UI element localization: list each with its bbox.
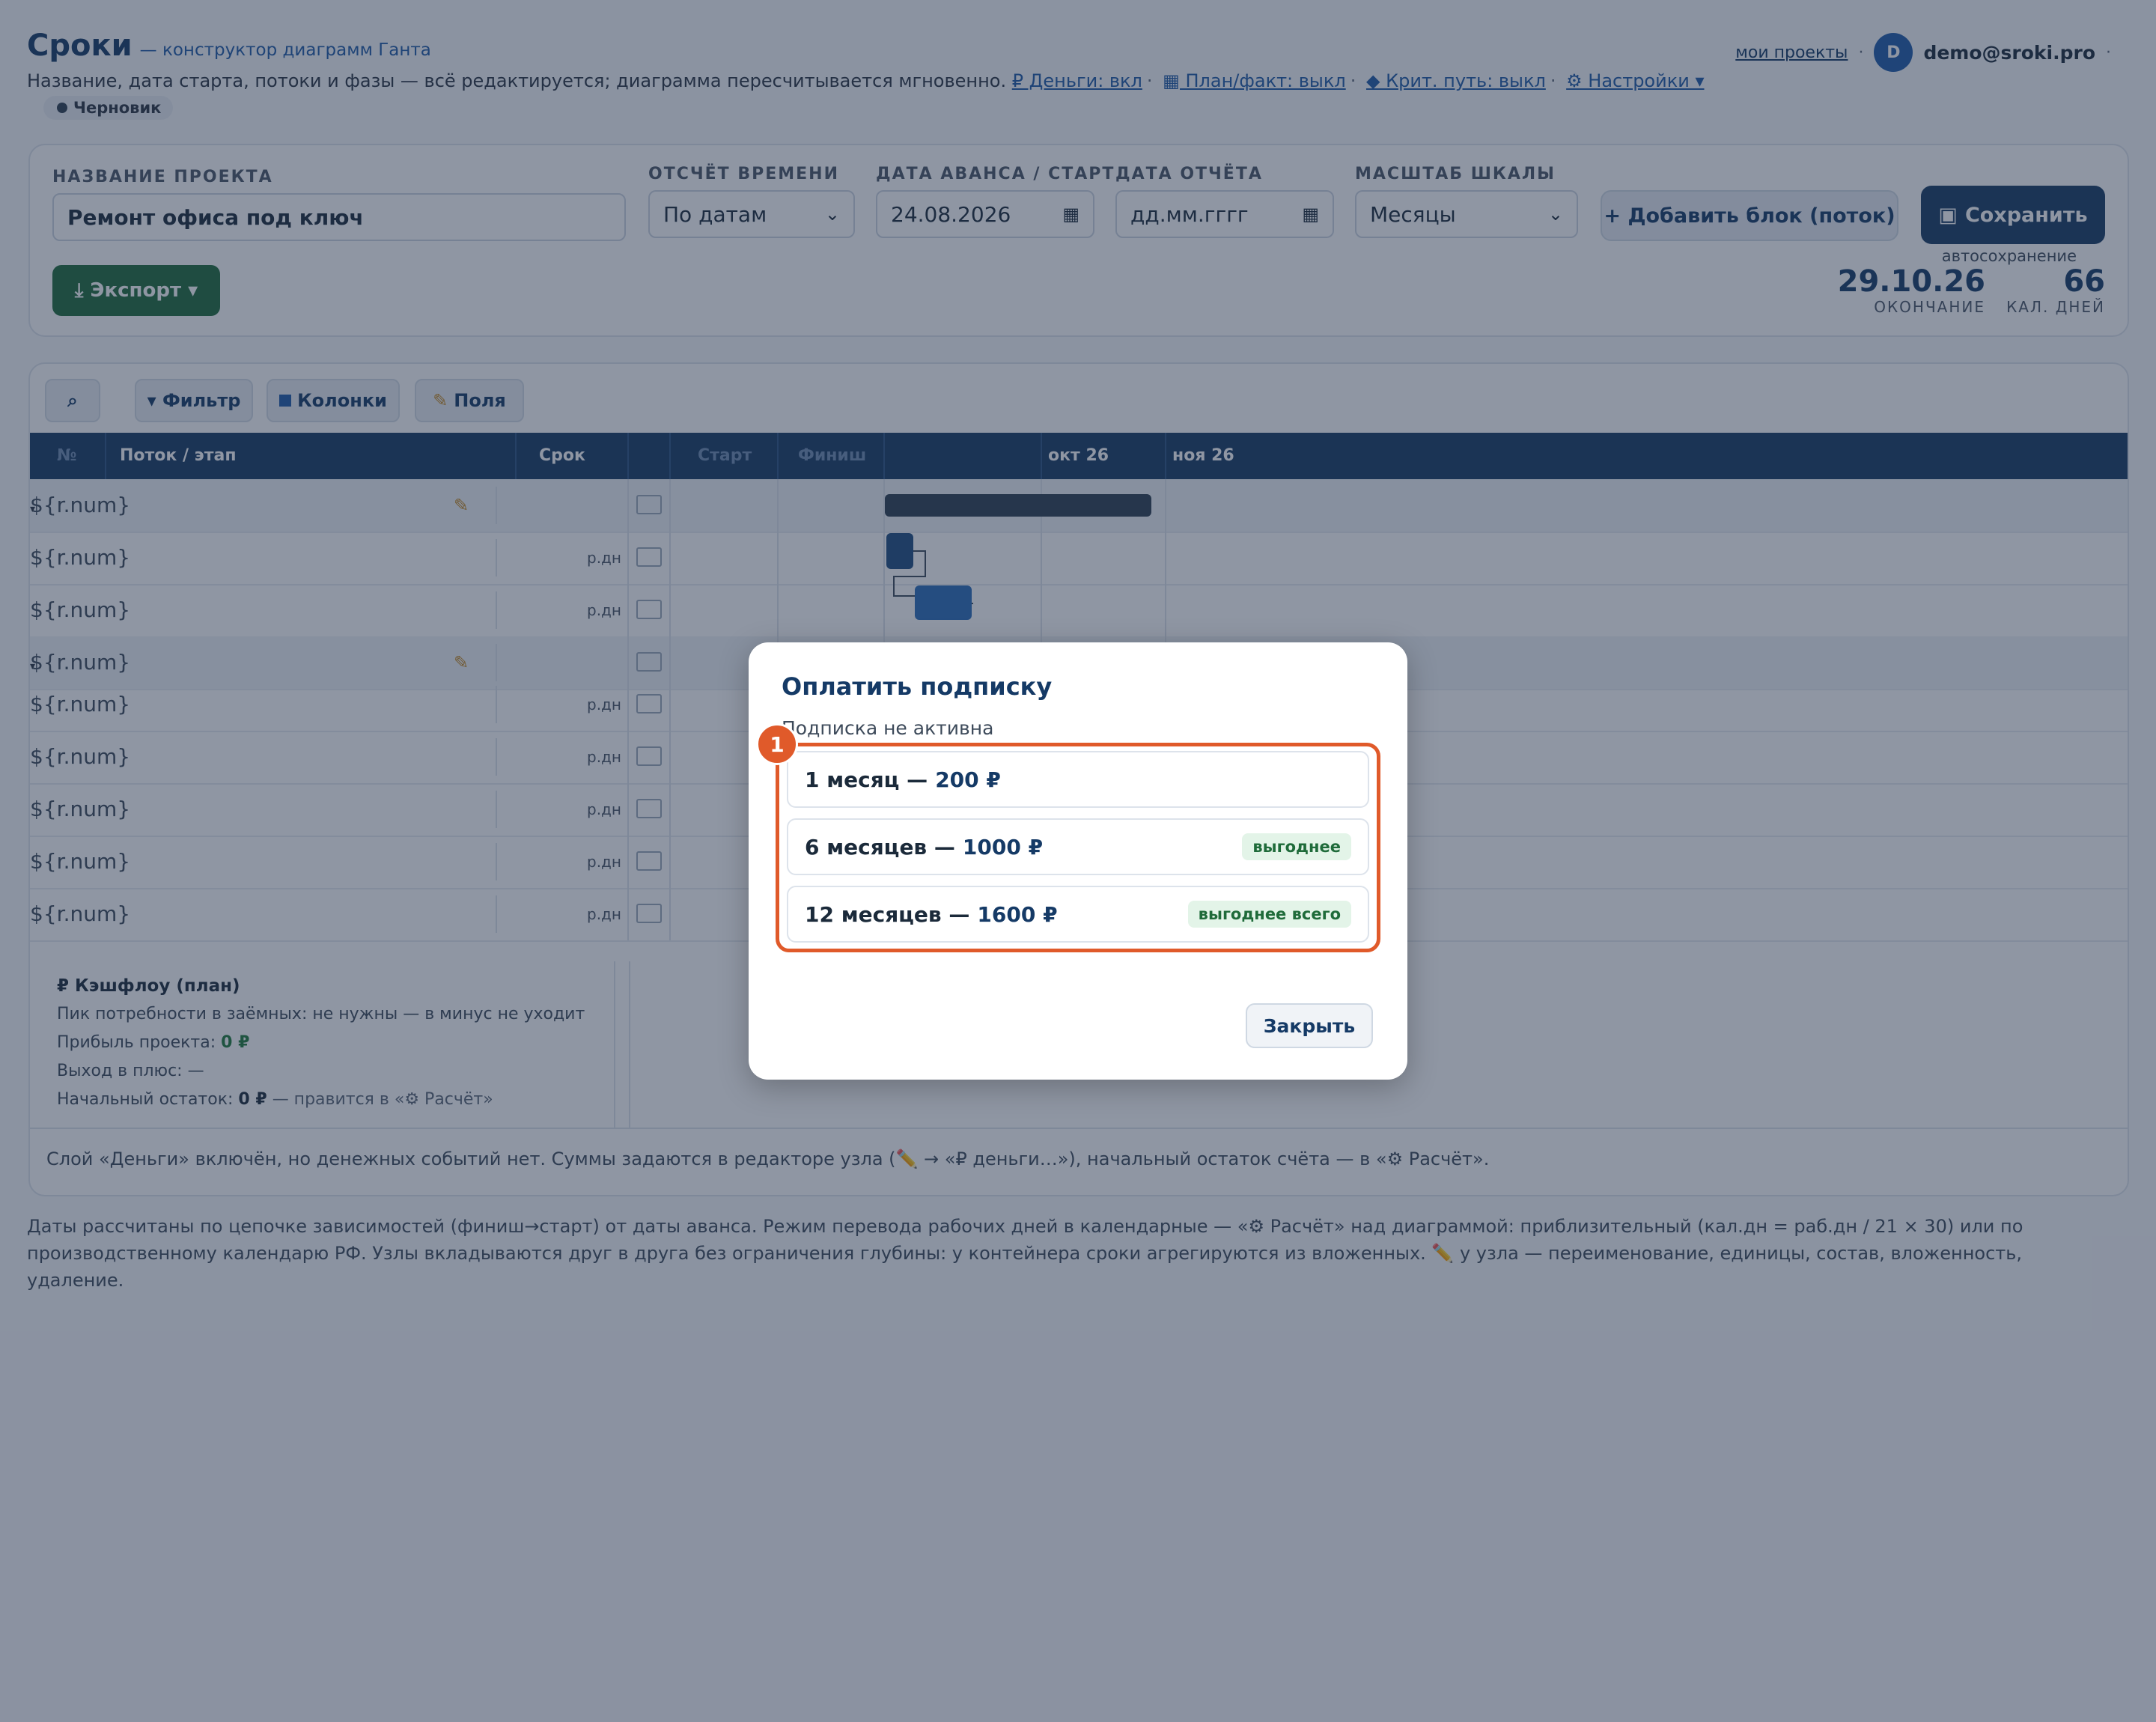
close-button[interactable]: Закрыть: [1246, 1003, 1373, 1048]
step-marker: 1: [756, 723, 798, 765]
plans-highlight: 1 месяц — 200 ₽ 6 месяцев — 1000 ₽ выгод…: [776, 743, 1380, 952]
app-root: Сроки — конструктор диаграмм Ганта Назва…: [0, 0, 2156, 1722]
plan-badge: выгоднее: [1242, 833, 1351, 860]
plan-12-months[interactable]: 12 месяцев — 1600 ₽ выгоднее всего: [787, 886, 1369, 943]
plan-price: 200 ₽: [935, 767, 1001, 792]
modal-title: Оплатить подписку: [782, 672, 1053, 701]
plan-price: 1000 ₽: [962, 834, 1044, 860]
subscription-modal: Оплатить подписку Подписка не активна 1 …: [749, 642, 1407, 1080]
plan-price: 1600 ₽: [977, 901, 1058, 927]
subscription-status: Подписка не активна: [782, 717, 994, 739]
plan-6-months[interactable]: 6 месяцев — 1000 ₽ выгоднее: [787, 818, 1369, 875]
plan-badge: выгоднее всего: [1187, 901, 1351, 928]
plan-1-month[interactable]: 1 месяц — 200 ₽: [787, 751, 1369, 808]
